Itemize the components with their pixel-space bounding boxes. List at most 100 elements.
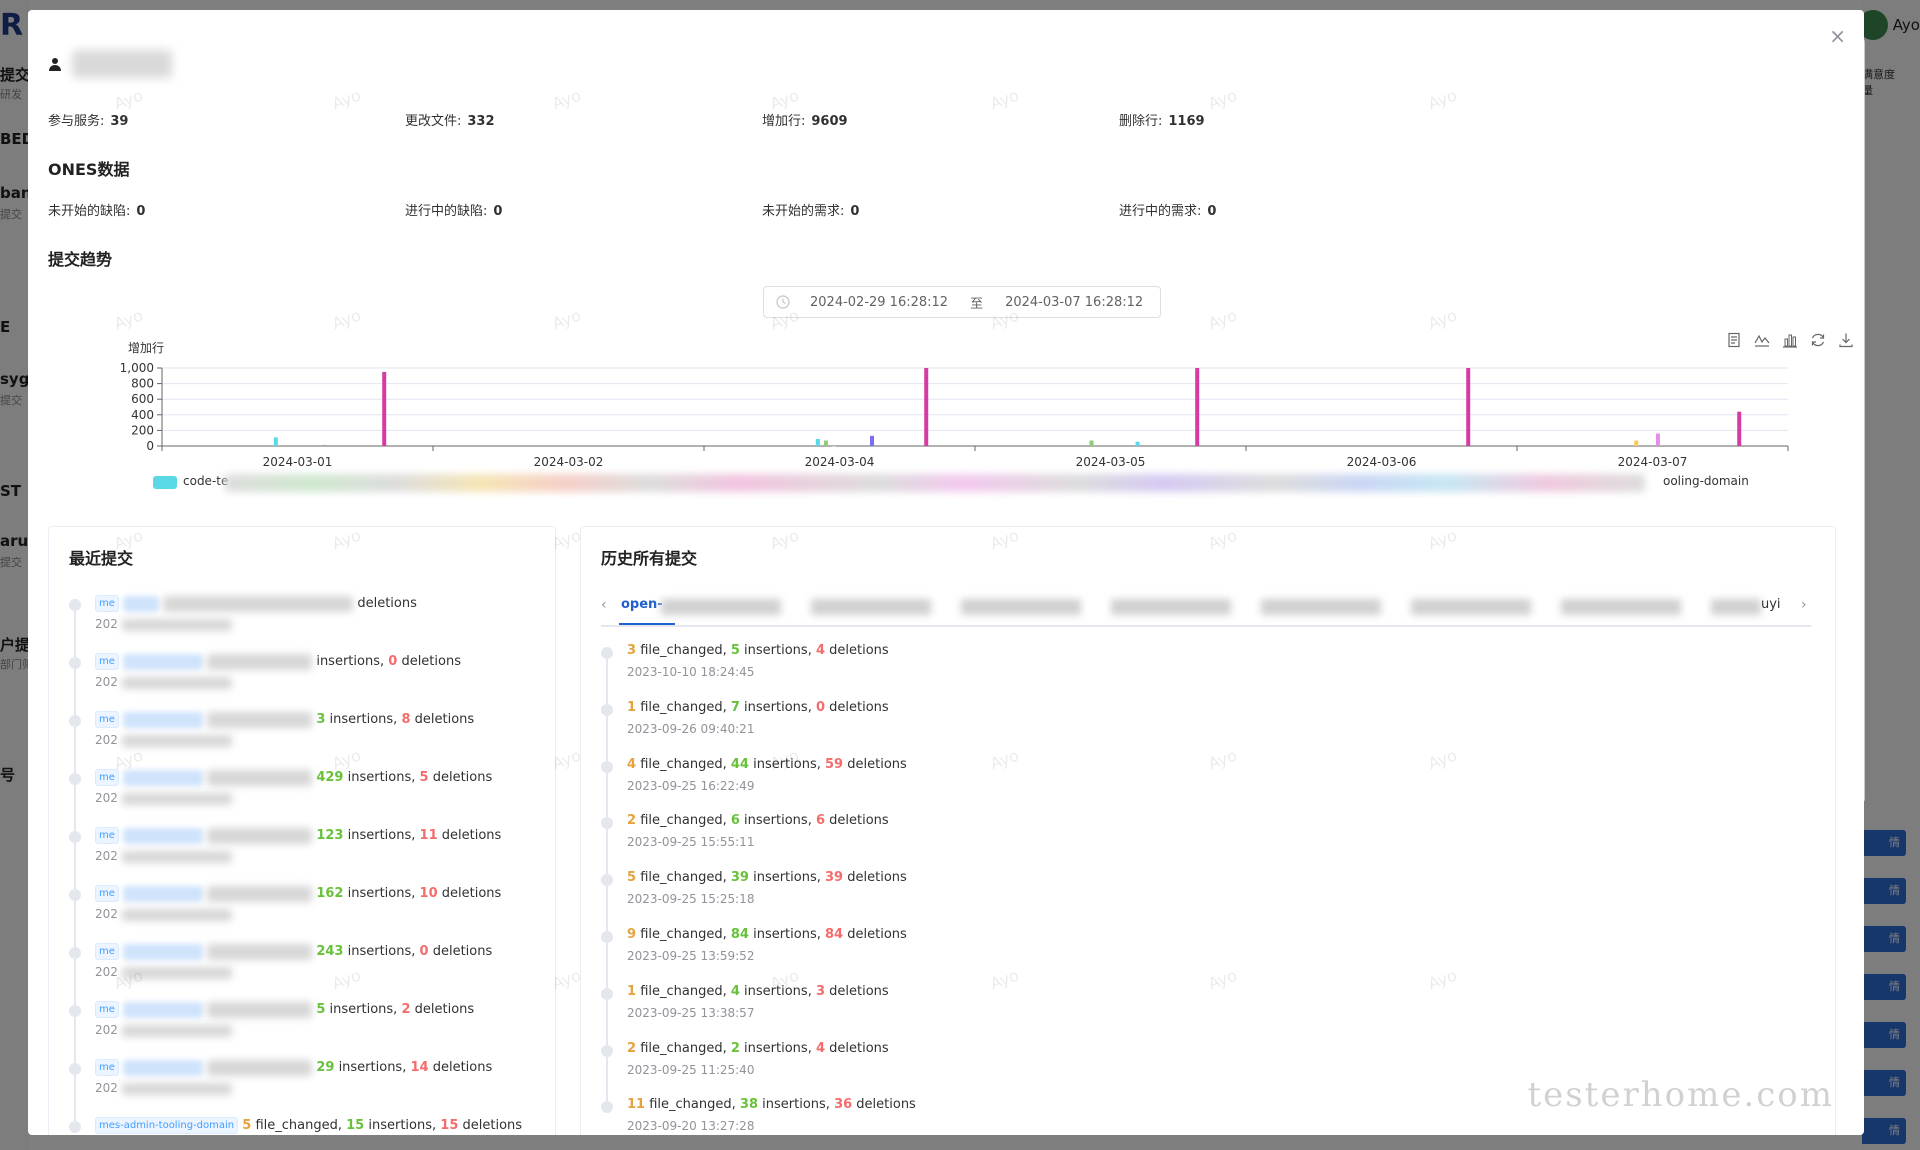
files-changed-label: file_changed,: [640, 983, 727, 999]
service-tag-redacted: [123, 1001, 204, 1018]
start-date[interactable]: 2024-02-29 16:28:12: [810, 295, 948, 310]
service-tag[interactable]: mes-admin-tooling-domain: [95, 1117, 239, 1134]
close-icon[interactable]: ×: [1829, 26, 1846, 46]
commit-summary: 1 file_changed, 7 insertions, 0 deletion…: [627, 700, 889, 715]
files-changed-label: file_changed,: [640, 756, 727, 772]
end-date[interactable]: 2024-03-07 16:28:12: [1005, 295, 1143, 310]
service-tag[interactable]: me: [95, 943, 119, 960]
deletions-label: deletions: [441, 828, 502, 843]
deletions-label: deletions: [847, 927, 907, 942]
commit-time: 2023-09-26 09:40:21: [627, 721, 755, 736]
insertions-count: 7: [730, 699, 740, 715]
timeline-dot: [601, 703, 613, 716]
git-stat-label: 参与服务:: [48, 114, 105, 129]
insertions-label: insertions,: [329, 712, 398, 727]
ones-stat: 进行中的缺陷: 0: [405, 200, 762, 219]
git-stat-value: 1169: [1168, 114, 1205, 129]
insertions-label: insertions,: [753, 756, 821, 772]
files-changed-label: file_changed,: [640, 813, 727, 829]
deletions-count: 84: [825, 927, 844, 942]
files-changed-count: 2: [627, 813, 637, 829]
commit-time-prefix: 202: [95, 965, 118, 979]
restore-icon[interactable]: [1810, 332, 1826, 348]
legend-swatch[interactable]: [153, 476, 177, 489]
service-tag[interactable]: me: [95, 653, 119, 670]
deletions-label: deletions: [432, 1060, 493, 1075]
y-tick-label: 200: [131, 423, 154, 437]
service-tag-redacted: [123, 1059, 204, 1076]
timeline-dot: [601, 931, 613, 943]
ones-stats-row: 未开始的缺陷: 0 进行中的缺陷: 0 未开始的需求: 0 进行中的需求: 0: [48, 200, 1476, 219]
commit-time-prefix: 202: [95, 791, 118, 805]
timeline-dot: [69, 773, 81, 785]
ones-stat: 未开始的缺陷: 0: [48, 200, 405, 219]
ones-stat-label: 未开始的需求:: [762, 204, 845, 219]
files-changed-count: 5: [627, 870, 637, 886]
insertions-count: 38: [739, 1097, 758, 1113]
timeline-line: [74, 727, 76, 773]
commit-summary: 3 file_changed, 5 insertions, 4 deletion…: [627, 643, 889, 658]
commit-summary: me deletions: [95, 595, 417, 612]
trend-section-title: 提交趋势: [48, 250, 113, 269]
deletions-count: 5: [419, 770, 429, 785]
ones-stat: 未开始的需求: 0: [762, 200, 1119, 219]
commit-summary: 1 file_changed, 4 insertions, 3 deletion…: [627, 984, 889, 999]
files-changed-label: file_changed,: [640, 870, 727, 886]
files-changed-count: 2: [627, 1040, 637, 1056]
service-tag[interactable]: me: [95, 1059, 119, 1076]
commit-time-redacted: [121, 850, 232, 863]
service-tag[interactable]: me: [95, 711, 119, 728]
chart-bar: [870, 435, 875, 446]
git-stat: 参与服务: 39: [48, 110, 405, 129]
insertions-count: 243: [316, 944, 344, 959]
service-tag[interactable]: me: [95, 595, 119, 612]
download-icon[interactable]: [1838, 332, 1854, 348]
commit-time-prefix: 202: [95, 1023, 118, 1037]
commit-summary-redacted: [207, 943, 313, 960]
insertions-count: 429: [316, 770, 344, 785]
insertions-count: 5: [316, 1002, 326, 1017]
ones-stat-value: 0: [1207, 204, 1217, 219]
commit-summary: me 429 insertions, 5 deletions: [95, 769, 492, 786]
deletions-label: deletions: [414, 712, 475, 727]
timeline-dot: [69, 715, 81, 727]
tab-active[interactable]: open-: [621, 597, 663, 612]
legend-label-first[interactable]: code-te: [183, 474, 228, 488]
git-stat-label: 增加行:: [762, 114, 806, 129]
chart-bar: [832, 446, 837, 447]
commit-time-redacted: [121, 676, 232, 689]
git-stat-value: 332: [467, 114, 495, 129]
timeline-line: [606, 886, 608, 933]
files-changed-label: file_changed,: [640, 643, 727, 658]
insertions-label: insertions,: [368, 1118, 437, 1133]
commit-time: 202: [95, 1081, 232, 1095]
service-tag[interactable]: me: [95, 827, 119, 844]
history-commits-panel: 历史所有提交 ‹ open- uyi › 3 file_changed, 5 i…: [580, 526, 1836, 1135]
commit-time-redacted: [121, 1024, 232, 1037]
timeline-dot: [601, 874, 613, 887]
git-stat-label: 删除行:: [1119, 114, 1163, 129]
git-stat-value: 39: [110, 114, 129, 129]
chevron-left-icon[interactable]: ‹: [601, 597, 607, 613]
deletions-count: 0: [419, 944, 429, 959]
git-stats-row: 参与服务: 39 更改文件: 332 增加行: 9609 删除行: 1169: [48, 110, 1476, 129]
insertions-label: insertions,: [338, 1060, 407, 1075]
commit-summary: me 29 insertions, 14 deletions: [95, 1059, 492, 1076]
service-tag[interactable]: me: [95, 885, 119, 902]
deletions-label: deletions: [829, 983, 889, 999]
service-tag[interactable]: me: [95, 769, 119, 786]
date-range-picker[interactable]: 2024-02-29 16:28:12 至 2024-03-07 16:28:1…: [763, 286, 1161, 318]
commit-time: 202: [95, 907, 232, 921]
service-tag-redacted: [123, 943, 204, 960]
legend-label-last[interactable]: ooling-domain: [1663, 474, 1749, 488]
service-tag[interactable]: me: [95, 1001, 119, 1018]
timeline-dot: [601, 760, 613, 773]
timeline-dot: [69, 1063, 81, 1075]
timeline-line: [74, 1017, 76, 1063]
tabs-redacted[interactable]: [661, 599, 1761, 615]
tab-last[interactable]: uyi: [1761, 597, 1781, 612]
insertions-count: 4: [730, 983, 740, 999]
chevron-right-icon[interactable]: ›: [1801, 597, 1807, 613]
commit-summary: 5 file_changed, 39 insertions, 39 deleti…: [627, 870, 907, 885]
y-tick-label: 1,000: [120, 361, 154, 375]
